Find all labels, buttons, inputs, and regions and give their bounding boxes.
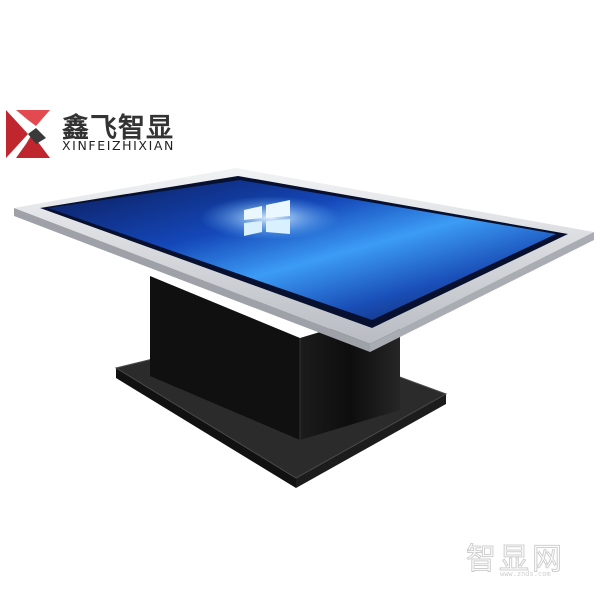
brand-name-en: XINFEIZHIXIAN (62, 138, 175, 153)
watermark: 智显网 www.znds.com (466, 534, 586, 582)
brand-block: 鑫飞智显 XINFEIZHIXIAN (6, 104, 206, 160)
watermark-sub: www.znds.com (500, 570, 551, 578)
product-photo (6, 110, 594, 488)
